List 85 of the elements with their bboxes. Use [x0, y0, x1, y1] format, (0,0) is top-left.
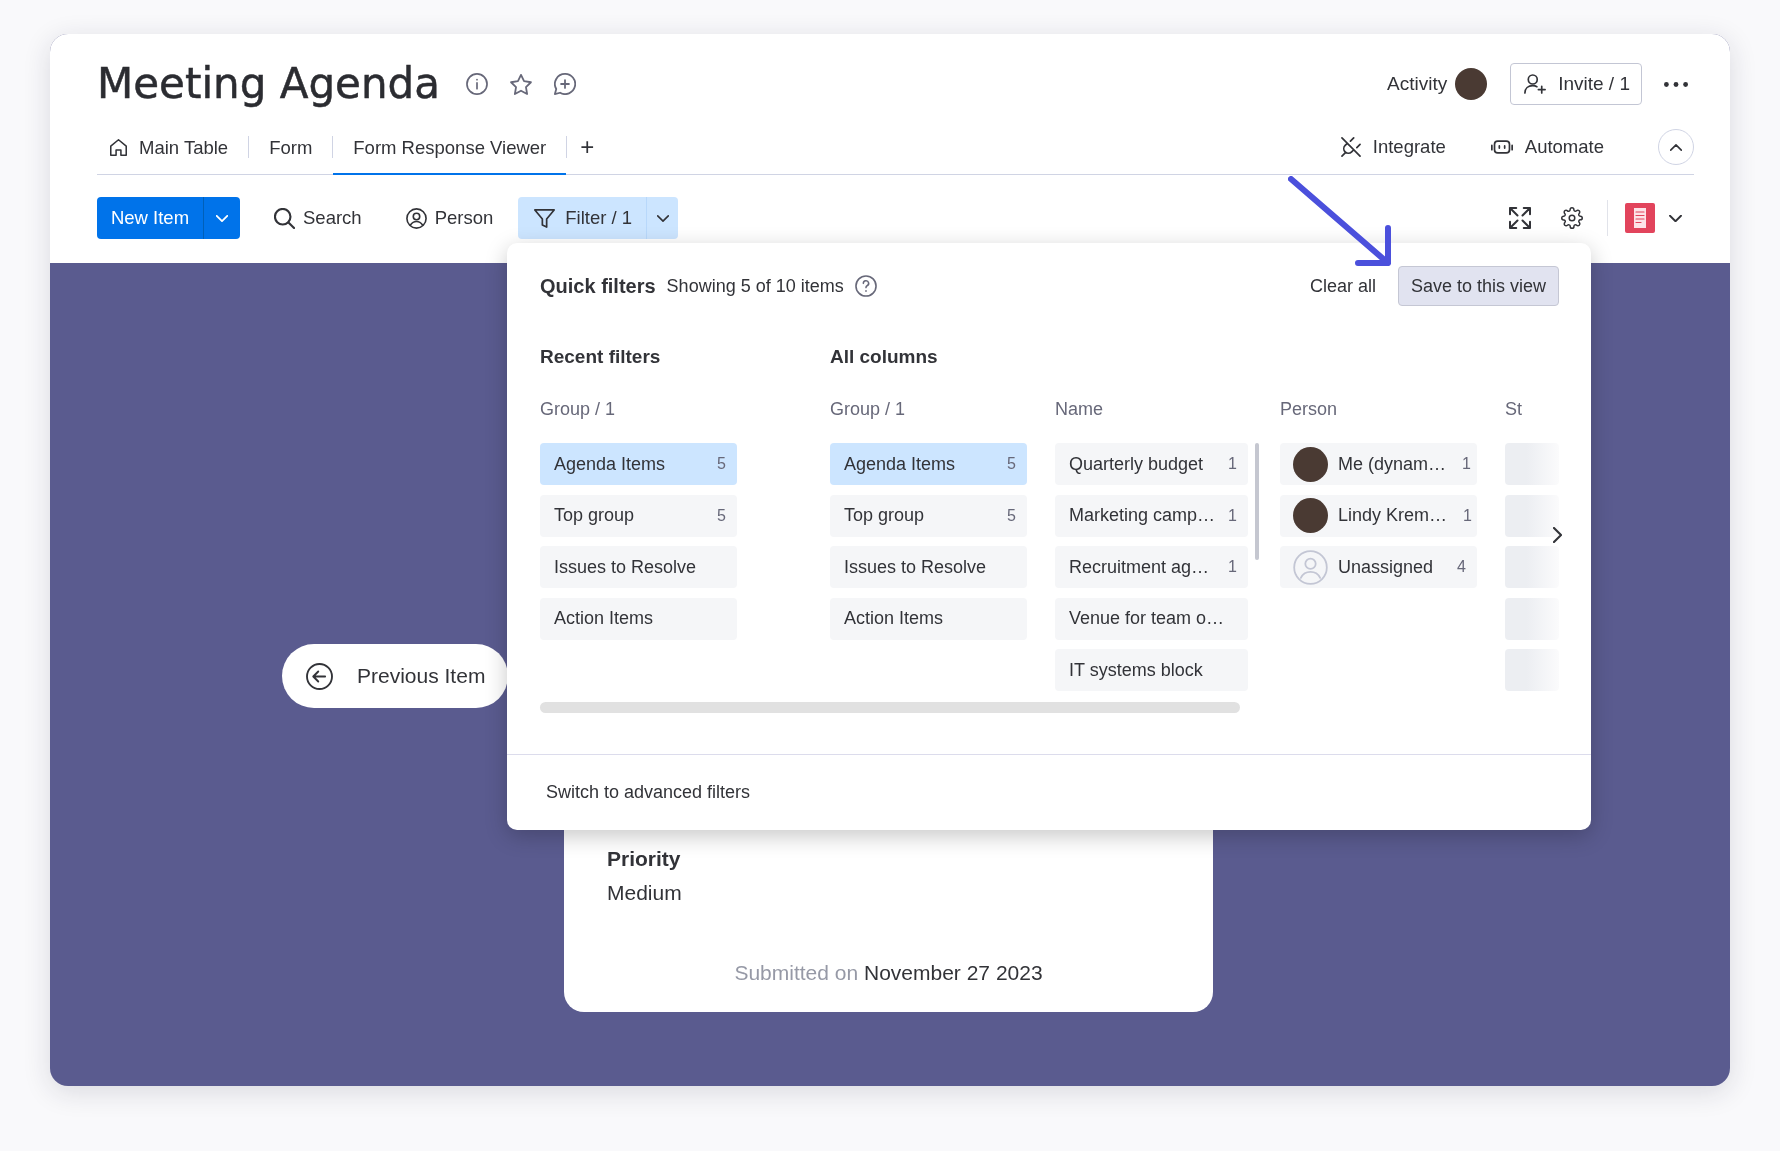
- field-label: Priority: [607, 846, 681, 872]
- filter-option[interactable]: Marketing camp… 1: [1055, 494, 1248, 537]
- option-count: 5: [1006, 454, 1016, 474]
- info-icon[interactable]: [465, 73, 488, 95]
- advanced-filters-link[interactable]: Switch to advanced filters: [546, 779, 751, 806]
- board-title: Meeting Agenda: [97, 58, 440, 110]
- save-view-button[interactable]: Save to this view: [1397, 266, 1559, 306]
- option-count: 5: [716, 505, 726, 526]
- filter-option[interactable]: Issues to Resolve: [830, 546, 1027, 588]
- filter-option[interactable]: Agenda Items 5: [830, 443, 1027, 485]
- previous-item-button[interactable]: Previous Item: [282, 644, 508, 708]
- chevron-down-icon[interactable]: [1669, 214, 1682, 222]
- help-icon[interactable]: [854, 275, 877, 297]
- submitted-date: November 27 2023: [864, 961, 1043, 984]
- option-count: 5: [716, 454, 726, 474]
- chevron-down-icon: [656, 214, 669, 222]
- activity-label[interactable]: Activity: [1387, 69, 1448, 99]
- option-count: 5: [1006, 505, 1016, 526]
- view-tab[interactable]: Form Response Viewer: [333, 120, 567, 175]
- field-value: Medium: [607, 880, 682, 906]
- filter-option[interactable]: Me (dynam… 1: [1280, 443, 1477, 485]
- view-tab[interactable]: Form: [249, 120, 333, 175]
- person-button[interactable]: Person: [395, 197, 504, 239]
- search-button[interactable]: Search: [264, 197, 372, 239]
- view-tab[interactable]: Main Table: [97, 120, 249, 175]
- fullscreen-icon[interactable]: [1509, 207, 1531, 229]
- scrollbar-thumb[interactable]: [1255, 443, 1259, 560]
- column-header: St: [1505, 398, 1522, 420]
- column-header: Name: [1055, 398, 1103, 420]
- filter-option[interactable]: Quarterly budget 1: [1055, 443, 1248, 485]
- option-count: 1: [1227, 557, 1237, 577]
- integrate-button[interactable]: Integrate: [1340, 133, 1446, 161]
- filter-button[interactable]: Filter / 1: [518, 197, 647, 239]
- invite-button[interactable]: Invite / 1: [1510, 63, 1642, 105]
- avatar-icon: [1293, 446, 1328, 482]
- avatar-icon: [1455, 68, 1488, 100]
- collapse-button[interactable]: [1658, 129, 1694, 165]
- avatar-icon: [1293, 498, 1328, 533]
- chevron-up-icon: [1670, 143, 1682, 151]
- column-header: Group / 1: [540, 398, 616, 420]
- clear-all-button[interactable]: Clear all: [1309, 272, 1376, 300]
- star-icon[interactable]: [509, 73, 532, 95]
- filter-option[interactable]: Top group 5: [540, 494, 737, 537]
- settings-icon[interactable]: [1561, 207, 1583, 229]
- option-count: 4: [1456, 557, 1466, 577]
- filter-icon: [534, 208, 556, 228]
- search-icon: [274, 207, 295, 229]
- option-count: 1: [1461, 454, 1471, 474]
- section-title: All columns: [830, 346, 938, 368]
- new-item-button[interactable]: New Item: [97, 197, 203, 239]
- filter-dropdown-button[interactable]: [646, 197, 679, 239]
- filter-option[interactable]: Lindy Krem… 1: [1280, 494, 1477, 537]
- scrollbar-thumb[interactable]: [540, 702, 1240, 713]
- filter-option[interactable]: Venue for team o…: [1055, 597, 1248, 640]
- user-icon: [1293, 549, 1328, 585]
- panel-title: Quick filters: [540, 274, 656, 299]
- filter-option[interactable]: Issues to Resolve: [540, 546, 737, 588]
- filter-option[interactable]: Recruitment ag… 1: [1055, 546, 1248, 588]
- add-view-button[interactable]: +: [567, 135, 608, 159]
- chevron-right-icon: [1552, 527, 1562, 543]
- home-icon: [110, 139, 127, 156]
- column-header: Person: [1280, 398, 1338, 420]
- section-title: Recent filters: [540, 346, 661, 368]
- filter-option[interactable]: Top group 5: [830, 494, 1027, 537]
- plug-icon: [1340, 137, 1361, 157]
- new-item-dropdown-button[interactable]: [203, 197, 240, 239]
- filter-option[interactable]: Action Items: [540, 597, 737, 640]
- chevron-down-icon: [216, 214, 228, 222]
- add-person-icon: [1524, 74, 1547, 94]
- option-count: 1: [1462, 505, 1472, 526]
- person-icon: [405, 207, 427, 229]
- add-update-icon[interactable]: [553, 73, 576, 95]
- filter-option[interactable]: Agenda Items 5: [540, 443, 737, 485]
- filter-option[interactable]: IT systems block: [1055, 649, 1248, 691]
- results-summary: Showing 5 of 10 items: [666, 274, 844, 298]
- submitted-label: Submitted on: [734, 961, 859, 984]
- automate-button[interactable]: Automate: [1490, 133, 1604, 161]
- more-icon[interactable]: [1664, 81, 1688, 87]
- filter-option[interactable]: Action Items: [830, 597, 1027, 640]
- option-count: 1: [1227, 454, 1237, 474]
- filter-option[interactable]: Unassigned 4: [1280, 546, 1477, 588]
- robot-icon: [1490, 140, 1513, 154]
- document-icon[interactable]: [1625, 203, 1655, 233]
- option-count: 1: [1227, 505, 1237, 526]
- column-header: Group / 1: [830, 398, 906, 420]
